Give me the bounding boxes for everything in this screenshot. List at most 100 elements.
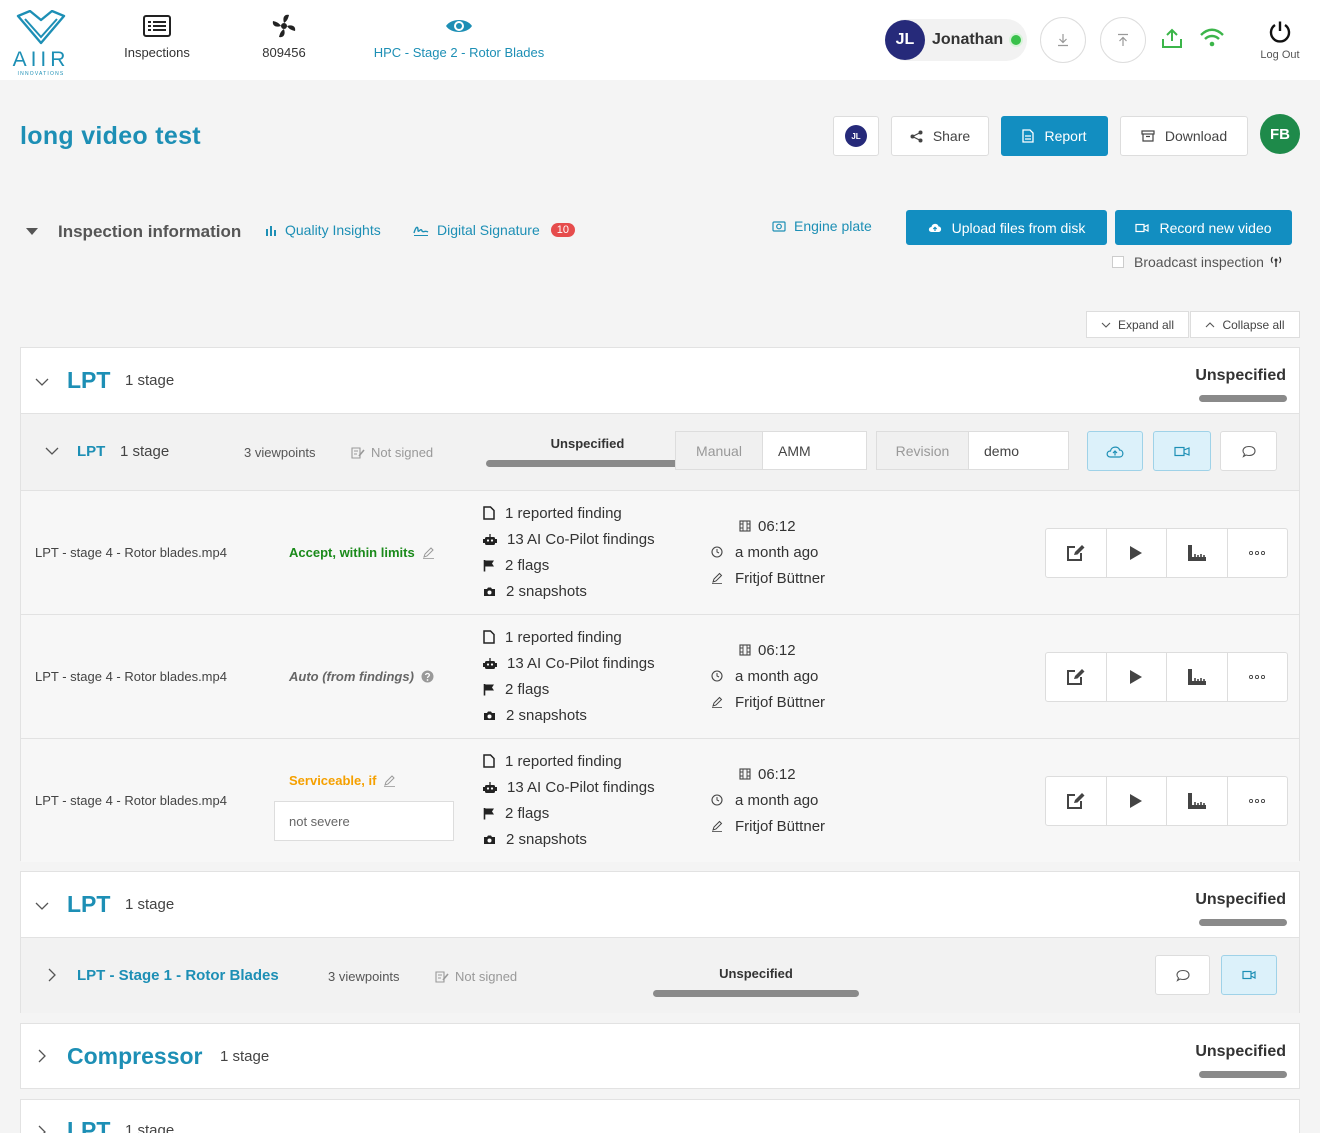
module-header[interactable]: Compressor 1 stage Unspecified [21, 1024, 1299, 1088]
author-item: Fritjof Büttner [711, 813, 825, 839]
expand-all-button[interactable]: Expand all [1086, 311, 1189, 338]
stage-comment-button[interactable] [1155, 955, 1210, 995]
broadcast-icon [1270, 256, 1282, 267]
manual-field[interactable]: Manual AMM [675, 431, 867, 470]
engine-plate-link[interactable]: Engine plate [772, 218, 872, 234]
inspection-information-toggle[interactable]: Inspection information [26, 222, 241, 242]
chevron-down-icon[interactable] [34, 898, 50, 914]
more-options-button[interactable] [1228, 529, 1288, 577]
edit-button[interactable] [1046, 653, 1107, 701]
reported-finding-item: 1 reported finding [483, 624, 655, 650]
stage-record-button[interactable] [1221, 955, 1277, 995]
result-auto[interactable]: Auto (from findings) [289, 669, 434, 684]
share-button[interactable]: Share [891, 116, 989, 156]
cloud-upload-icon [1106, 446, 1124, 458]
edit-button[interactable] [1046, 777, 1107, 825]
nav-inspections[interactable]: Inspections [118, 12, 196, 60]
nav-current-stage[interactable]: HPC - Stage 2 - Rotor Blades [368, 12, 550, 60]
more-options-button[interactable] [1228, 653, 1288, 701]
module-header[interactable]: LPT 1 stage Unspecified [21, 348, 1299, 412]
pencil-icon[interactable] [383, 774, 396, 787]
chevron-down-icon[interactable] [44, 443, 60, 459]
module-panel-lpt: LPT 1 stage Unspecified LPT 1 stage 3 vi… [20, 347, 1300, 862]
module-status-bar [1199, 919, 1287, 926]
assignee-button[interactable]: JL [833, 116, 879, 156]
user-name: Jonathan [932, 31, 1004, 48]
result-label: Auto (from findings) [289, 669, 414, 684]
quality-insights-link[interactable]: Quality Insights [265, 222, 381, 238]
video-time: a month ago [735, 667, 819, 685]
stage-count: 1 stage [120, 443, 170, 460]
result-accept[interactable]: Accept, within limits [289, 545, 435, 560]
logout-button[interactable]: Log Out [1254, 20, 1306, 61]
chevron-right-icon[interactable] [44, 967, 60, 983]
stage-row[interactable]: LPT 1 stage 3 viewpoints Not signed Unsp… [21, 413, 1299, 490]
play-button[interactable] [1107, 777, 1167, 825]
collapse-all-button[interactable]: Collapse all [1190, 311, 1300, 338]
video-row[interactable]: LPT - stage 4 - Rotor blades.mp4 Auto (f… [21, 614, 1299, 738]
measure-button[interactable] [1167, 777, 1228, 825]
measure-button[interactable] [1167, 529, 1228, 577]
clock-icon [711, 546, 723, 558]
manual-value[interactable]: AMM [763, 432, 811, 469]
module-header[interactable]: LPT 1 stage Unspecified [21, 872, 1299, 936]
play-button[interactable] [1107, 653, 1167, 701]
pencil-icon[interactable] [422, 546, 435, 559]
download-sync-button[interactable] [1040, 17, 1086, 63]
aiir-logo[interactable]: AIIR INNOVATIONS [12, 10, 70, 77]
video-file-name[interactable]: LPT - stage 4 - Rotor blades.mp4 [35, 545, 227, 560]
more-options-button[interactable] [1228, 777, 1288, 825]
clock-icon [711, 670, 723, 682]
page-title: long video test [20, 122, 201, 150]
fb-avatar[interactable]: FB [1260, 114, 1300, 154]
comment-icon [1241, 445, 1256, 458]
stage-row[interactable]: LPT - Stage 1 - Rotor Blades 3 viewpoint… [21, 937, 1299, 1013]
module-status: Unspecified [1195, 1043, 1286, 1060]
module-header[interactable]: LPT 1 stage [21, 1100, 1299, 1133]
flag-icon [483, 559, 494, 571]
clock-icon [711, 794, 723, 806]
video-camera-icon [1242, 970, 1256, 980]
broadcast-checkbox-box[interactable] [1112, 256, 1124, 268]
signature-status: Not signed [351, 445, 433, 460]
result-label: Serviceable, if [289, 773, 377, 788]
user-menu[interactable]: JL Jonathan [885, 19, 1027, 61]
condition-note-input[interactable]: not severe [274, 801, 454, 841]
robot-icon [483, 781, 497, 793]
nav-engine[interactable]: 809456 [254, 12, 314, 60]
video-row[interactable]: LPT - stage 4 - Rotor blades.mp4 Service… [21, 738, 1299, 862]
revision-label: Revision [877, 432, 969, 469]
chevron-down-icon[interactable] [34, 374, 50, 390]
video-file-name[interactable]: LPT - stage 4 - Rotor blades.mp4 [35, 793, 227, 808]
chevron-right-icon[interactable] [34, 1124, 50, 1133]
download-arrow-icon [1058, 34, 1068, 47]
report-button[interactable]: Report [1001, 116, 1108, 156]
revision-field[interactable]: Revision demo [876, 431, 1069, 470]
cloud-upload-status-icon[interactable] [1160, 28, 1184, 50]
upload-files-button[interactable]: Upload files from disk [906, 210, 1107, 245]
stage-upload-button[interactable] [1087, 431, 1143, 471]
video-row[interactable]: LPT - stage 4 - Rotor blades.mp4 Accept,… [21, 490, 1299, 614]
record-video-button[interactable]: Record new video [1115, 210, 1292, 245]
help-icon[interactable] [421, 670, 434, 683]
edit-button[interactable] [1046, 529, 1107, 577]
report-label: Report [1044, 128, 1087, 144]
upload-arrow-icon [1118, 33, 1128, 46]
stage-comment-button[interactable] [1220, 431, 1277, 471]
download-button[interactable]: Download [1120, 116, 1248, 156]
flags-count: 2 flags [505, 804, 550, 822]
video-file-name[interactable]: LPT - stage 4 - Rotor blades.mp4 [35, 669, 227, 684]
unsigned-document-icon [435, 970, 449, 983]
video-author: Fritjof Büttner [735, 817, 826, 835]
chevron-right-icon[interactable] [34, 1048, 50, 1064]
upload-sync-button[interactable] [1100, 17, 1146, 63]
result-serviceable[interactable]: Serviceable, if [289, 773, 396, 788]
play-button[interactable] [1107, 529, 1167, 577]
measure-button[interactable] [1167, 653, 1228, 701]
module-status-bar [1199, 1071, 1287, 1078]
revision-value[interactable]: demo [969, 432, 1019, 469]
stage-record-button[interactable] [1153, 431, 1211, 471]
broadcast-inspection-checkbox[interactable]: Broadcast inspection [1112, 254, 1284, 270]
digital-signature-link[interactable]: Digital Signature 10 [413, 222, 575, 238]
video-camera-icon [1174, 446, 1190, 456]
